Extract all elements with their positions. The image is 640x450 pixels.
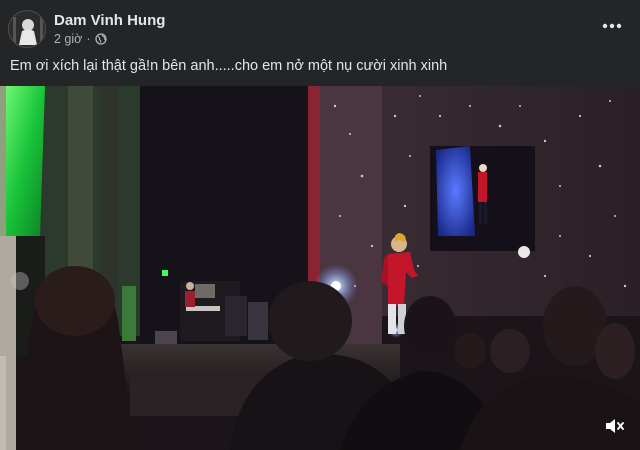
post-header: Dam Vinh Hung 2 giờ · xyxy=(0,0,640,52)
more-horizontal-icon xyxy=(602,23,622,29)
mute-toggle-button[interactable] xyxy=(600,412,628,440)
author-name[interactable]: Dam Vinh Hung xyxy=(54,12,165,29)
avatar-image xyxy=(9,11,45,47)
post-meta: 2 giờ · xyxy=(54,32,107,46)
avatar[interactable] xyxy=(8,10,46,48)
post-time[interactable]: 2 giờ xyxy=(54,32,82,46)
video-frame xyxy=(0,86,640,450)
globe-icon[interactable] xyxy=(94,33,107,45)
post-caption: Em ơi xích lại thật gầ!n bên anh.....cho… xyxy=(10,58,448,74)
meta-separator: · xyxy=(86,32,91,46)
video-player[interactable] xyxy=(0,86,640,450)
more-options-button[interactable] xyxy=(600,14,624,38)
speaker-muted-icon xyxy=(606,419,624,433)
